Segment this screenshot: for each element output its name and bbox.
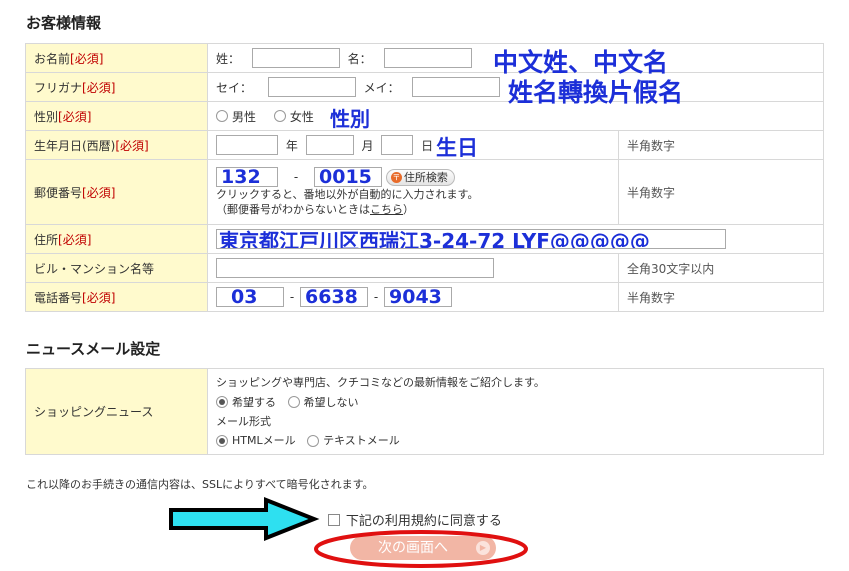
agree-label: 下記の利用規約に同意する [345, 514, 502, 529]
phone-1-input[interactable] [216, 287, 284, 307]
news-row: ショッピングニュース ショッピングや専門店、クチコミなどの最新情報をご紹介します… [25, 368, 824, 455]
phone-label: 電話番号[必須] [25, 282, 208, 312]
birth-month-input[interactable] [305, 135, 354, 155]
name-label: お名前[必須] [25, 43, 208, 73]
building-label: ビル・マンション名等 [25, 253, 208, 283]
furigana-label: フリガナ[必須] [25, 72, 208, 102]
building-input[interactable] [216, 258, 494, 278]
news-not-want-label: 希望しない [303, 395, 359, 409]
phone-row: 電話番号[必須] - - 半角数字 [25, 282, 824, 312]
news-want-label: 希望する [232, 395, 276, 409]
postal-code-1-input[interactable] [216, 167, 278, 187]
birthday-row: 生年月日(西暦)[必須] 年 月 日 生日 半角数字 [25, 130, 824, 160]
birthday-label: 生年月日(西暦)[必須] [25, 130, 208, 160]
postal-mark-icon: 〒 [390, 172, 402, 183]
required-badge: [必須] [82, 185, 116, 200]
postal-note: 半角数字 [618, 159, 824, 225]
address-input[interactable] [216, 229, 726, 249]
gender-female-radio[interactable] [273, 110, 286, 122]
gender-label: 性別[必須] [25, 101, 208, 131]
postal-label: 郵便番号[必須] [25, 159, 208, 225]
news-not-want-radio[interactable] [287, 396, 300, 408]
required-badge: [必須] [58, 232, 92, 247]
birthday-annotation: 生日 [436, 136, 478, 160]
arrow-annotation-icon [169, 497, 320, 541]
mail-format-label: メール形式 [216, 414, 271, 428]
phone-note: 半角数字 [618, 282, 824, 312]
address-search-button[interactable]: 〒住所検索 [385, 168, 455, 186]
news-mail-table: ショッピングニュース ショッピングや専門店、クチコミなどの最新情報をご紹介します… [25, 368, 824, 455]
birth-year-input[interactable] [216, 135, 278, 155]
address-label: 住所[必須] [25, 224, 208, 254]
sei-kana-label: セイ： [216, 80, 253, 95]
furigana-row: フリガナ[必須] セイ： メイ： 姓名轉換片假名 [25, 72, 824, 107]
format-text-radio[interactable] [307, 434, 320, 447]
postal-row: 郵便番号[必須] - 〒住所検索 クリックすると、番地以外が自動的に入力されます… [25, 159, 824, 225]
format-html-radio[interactable] [216, 434, 228, 447]
first-name-kana-input[interactable] [411, 77, 500, 97]
postal-lookup-link[interactable]: こちら [370, 203, 403, 216]
postal-dash: - [293, 170, 299, 184]
news-label: ショッピングニュース [25, 368, 208, 455]
birthday-note: 半角数字 [618, 130, 824, 160]
phone-3-input[interactable] [384, 287, 452, 307]
phone-dash-2: - [373, 290, 379, 304]
agree-checkbox[interactable] [328, 513, 340, 526]
gender-male-label: 男性 [232, 109, 257, 124]
day-label: 日 [421, 138, 434, 153]
building-row: ビル・マンション名等 全角30文字以内 [25, 253, 824, 283]
last-name-kana-input[interactable] [267, 77, 356, 97]
gender-row: 性別[必須] 男性 女性 性別 [25, 101, 824, 131]
phone-2-input[interactable] [300, 287, 368, 307]
required-badge: [必須] [82, 290, 116, 305]
month-label: 月 [361, 138, 374, 153]
agree-row: 下記の利用規約に同意する [328, 510, 502, 529]
sei-label: 姓： [216, 51, 241, 66]
postal-help-1: クリックすると、番地以外が自動的に入力されます。 [216, 188, 479, 201]
ssl-notice: これ以降のお手続きの通信内容は、SSLによりすべて暗号化されます。 [26, 478, 374, 491]
year-label: 年 [285, 138, 298, 153]
required-badge: [必須] [70, 51, 104, 66]
gender-annotation: 性別 [330, 107, 370, 131]
customer-info-table: お名前[必須] 姓： 名： 中文姓、中文名 フリガナ[必須] セイ： メイ： 姓… [25, 43, 824, 312]
postal-code-2-input[interactable] [314, 167, 382, 187]
name-row: お名前[必須] 姓： 名： 中文姓、中文名 [25, 43, 824, 77]
customer-info-title: お客様情報 [26, 14, 102, 32]
news-mail-title: ニュースメール設定 [26, 340, 161, 358]
news-want-radio[interactable] [216, 396, 228, 408]
mei-kana-label: メイ： [363, 80, 400, 95]
required-badge: [必須] [58, 109, 92, 124]
mei-label: 名： [347, 51, 372, 66]
format-text-label: テキストメール [323, 434, 400, 447]
address-row: 住所[必須] [25, 224, 824, 254]
format-html-label: HTMLメール [232, 434, 296, 447]
gender-female-label: 女性 [289, 109, 314, 124]
birth-day-input[interactable] [381, 135, 414, 155]
building-note: 全角30文字以内 [618, 253, 824, 283]
gender-male-radio[interactable] [216, 110, 228, 122]
required-badge: [必須] [115, 138, 149, 153]
first-name-input[interactable] [383, 48, 472, 68]
required-badge: [必須] [82, 80, 116, 95]
phone-dash-1: - [289, 290, 295, 304]
highlight-ring [314, 530, 528, 568]
postal-help-2: （郵便番号がわからないときはこちら） [216, 203, 414, 216]
news-description: ショッピングや専門店、クチコミなどの最新情報をご紹介します。 [216, 376, 545, 389]
last-name-input[interactable] [251, 48, 340, 68]
